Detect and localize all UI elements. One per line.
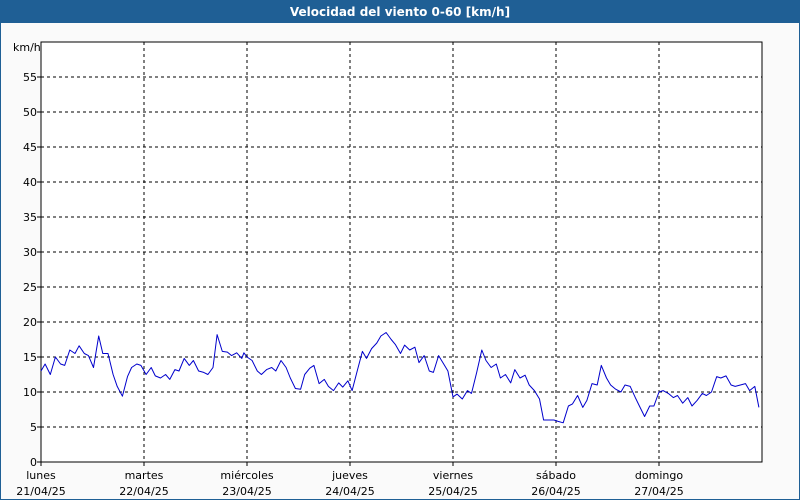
x-axis-ticks: lunes 21/04/25 martes 22/04/25 miércoles 23/0… (16, 462, 684, 498)
x-tick-date-label: 22/04/25 (119, 485, 168, 498)
y-tick-label: 30 (23, 246, 37, 259)
x-tick-date-label: 25/04/25 (428, 485, 477, 498)
x-tick-day-label: jueves (331, 469, 368, 482)
y-tick-label: 20 (23, 316, 37, 329)
y-tick-label: 40 (23, 176, 37, 189)
x-tick-date-label: 26/04/25 (531, 485, 580, 498)
x-tick-date-label: 27/04/25 (634, 485, 683, 498)
wind-speed-chart: 0 5 10 15 20 25 30 35 40 45 50 55 lunes 21/04/25 mart… (13, 41, 763, 498)
x-tick-date-label: 24/04/25 (325, 485, 374, 498)
x-tick-day-label: miércoles (220, 469, 273, 482)
x-tick-date-label: 21/04/25 (16, 485, 65, 498)
y-tick-label: 0 (30, 456, 37, 469)
x-tick-day-label: lunes (26, 469, 56, 482)
chart-window: Velocidad del viento 0-60 [km/h] 0 5 10 15 2… (0, 0, 800, 500)
y-tick-label: 25 (23, 281, 37, 294)
x-tick-date-label: 23/04/25 (222, 485, 271, 498)
y-tick-label: 10 (23, 386, 37, 399)
y-tick-label: 45 (23, 141, 37, 154)
x-tick-day-label: martes (125, 469, 164, 482)
y-axis-unit-label: km/h (13, 41, 41, 54)
y-tick-label: 55 (23, 71, 37, 84)
y-axis-ticks: 0 5 10 15 20 25 30 35 40 45 50 55 (23, 71, 41, 469)
y-tick-label: 50 (23, 106, 37, 119)
x-tick-day-label: sábado (536, 469, 576, 482)
x-tick-day-label: domingo (635, 469, 683, 482)
x-tick-day-label: viernes (433, 469, 473, 482)
y-tick-label: 5 (30, 421, 37, 434)
y-tick-label: 15 (23, 351, 37, 364)
y-tick-label: 35 (23, 211, 37, 224)
